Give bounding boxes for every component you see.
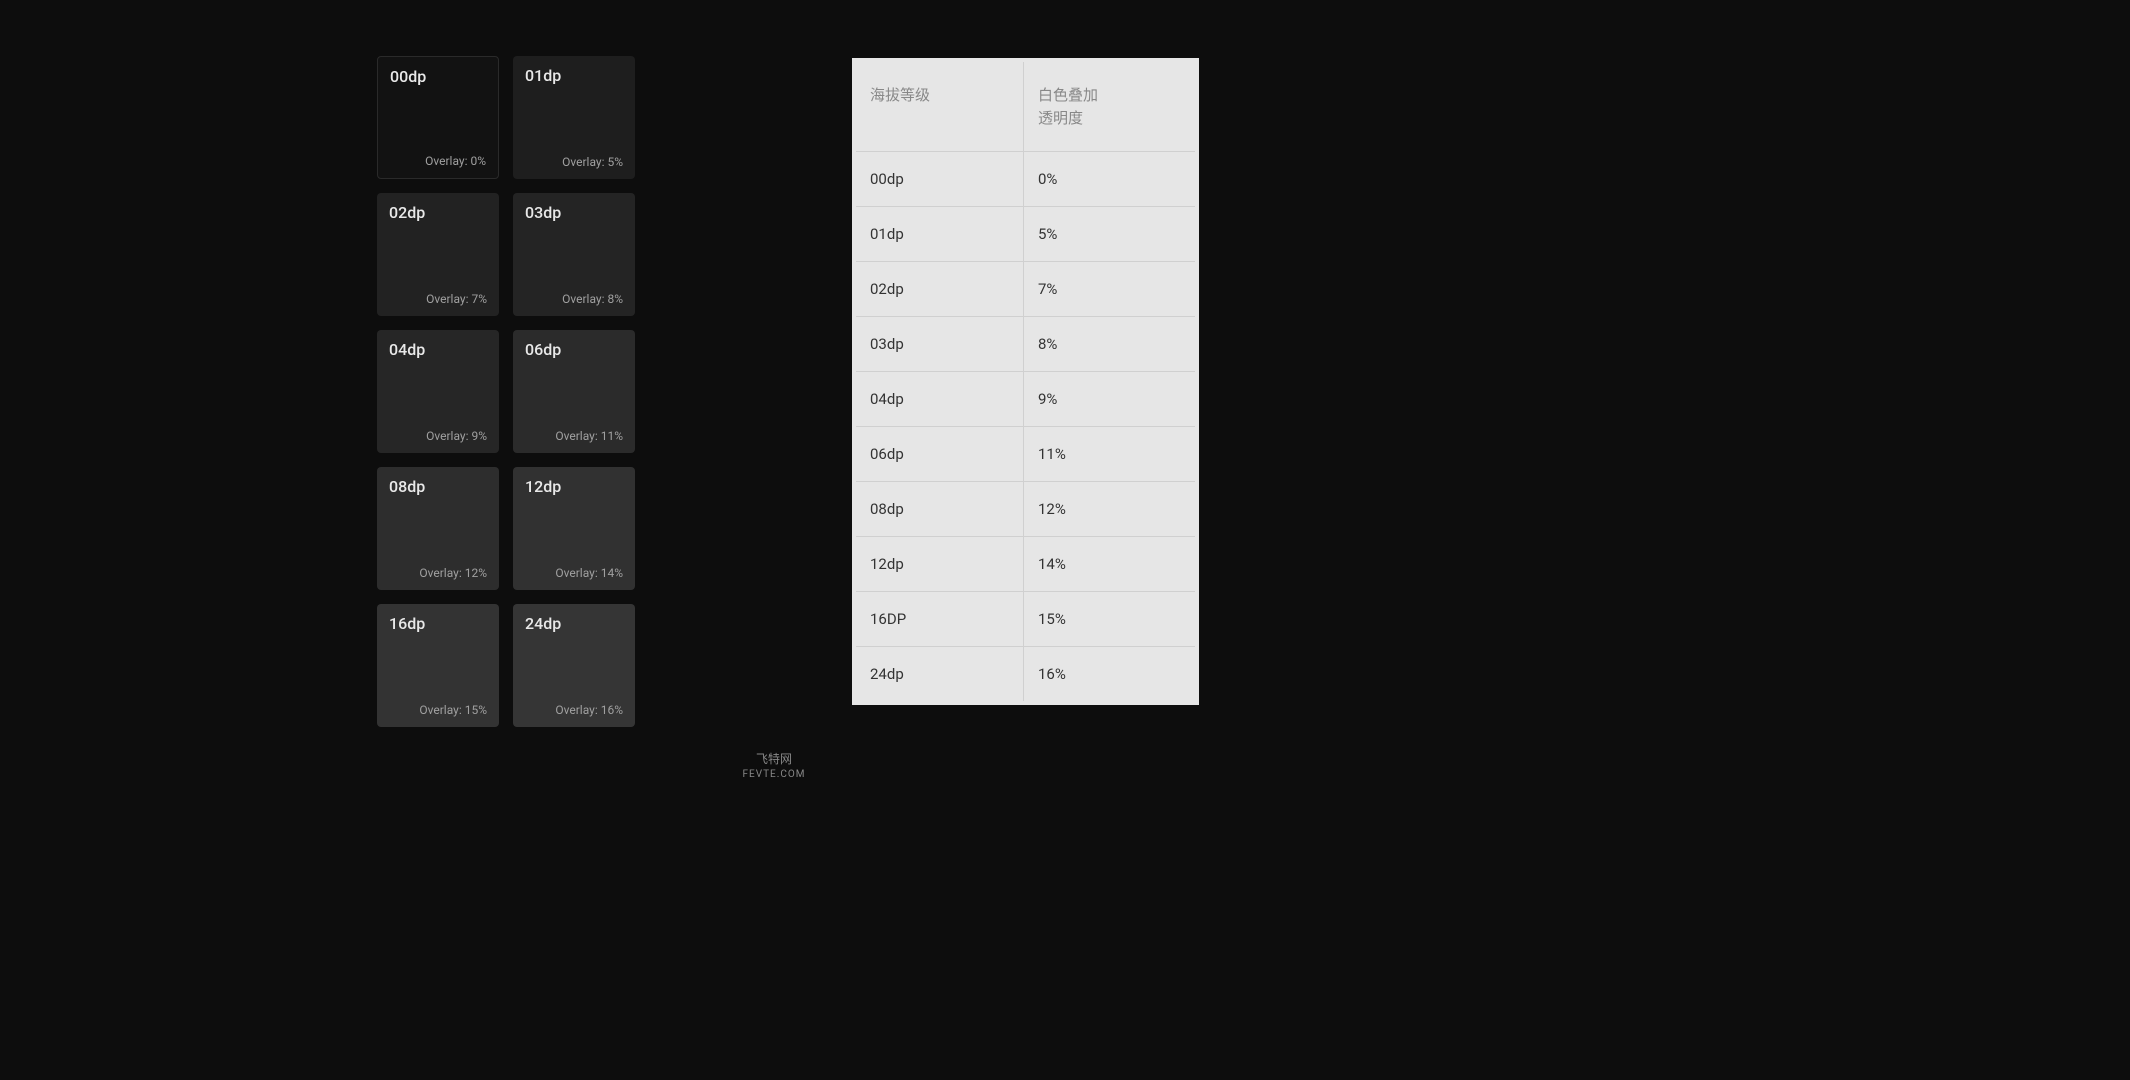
table-cell-opacity: 15% [1024, 592, 1195, 646]
elevation-card: 12dp Overlay: 14% [513, 467, 635, 590]
elevation-card: 02dp Overlay: 7% [377, 193, 499, 316]
card-title: 24dp [525, 614, 623, 633]
table-row: 06dp 11% [856, 426, 1195, 481]
elevation-card: 04dp Overlay: 9% [377, 330, 499, 453]
card-overlay-label: Overlay: 15% [389, 703, 487, 717]
watermark-line1: 飞特网 [0, 752, 1548, 768]
table-row: 02dp 7% [856, 261, 1195, 316]
card-overlay-label: Overlay: 12% [389, 566, 487, 580]
table-cell-level: 06dp [856, 427, 1024, 481]
watermark-line2: FEVTE.COM [0, 768, 1548, 781]
elevation-card: 06dp Overlay: 11% [513, 330, 635, 453]
table-cell-level: 02dp [856, 262, 1024, 316]
card-title: 00dp [390, 67, 486, 86]
card-title: 08dp [389, 477, 487, 496]
table-cell-level: 04dp [856, 372, 1024, 426]
elevation-card: 16dp Overlay: 15% [377, 604, 499, 727]
card-overlay-label: Overlay: 8% [525, 292, 623, 306]
elevation-card: 01dp Overlay: 5% [513, 56, 635, 179]
table-cell-level: 01dp [856, 207, 1024, 261]
table-cell-opacity: 11% [1024, 427, 1195, 481]
card-overlay-label: Overlay: 11% [525, 429, 623, 443]
table-cell-opacity: 16% [1024, 647, 1195, 701]
card-overlay-label: Overlay: 5% [525, 155, 623, 169]
table-cell-opacity: 7% [1024, 262, 1195, 316]
card-title: 04dp [389, 340, 487, 359]
card-overlay-label: Overlay: 7% [389, 292, 487, 306]
table-cell-opacity: 0% [1024, 152, 1195, 206]
table-row: 08dp 12% [856, 481, 1195, 536]
card-title: 02dp [389, 203, 487, 222]
table-header-level: 海拔等级 [856, 62, 1024, 151]
table-cell-level: 16DP [856, 592, 1024, 646]
table-cell-opacity: 14% [1024, 537, 1195, 591]
watermark-footer: 飞特网 FEVTE.COM [0, 752, 1548, 781]
table-cell-opacity: 9% [1024, 372, 1195, 426]
table-cell-opacity: 5% [1024, 207, 1195, 261]
table-row: 00dp 0% [856, 151, 1195, 206]
table-cell-opacity: 8% [1024, 317, 1195, 371]
table-cell-level: 03dp [856, 317, 1024, 371]
elevation-cards-grid: 00dp Overlay: 0% 01dp Overlay: 5% 02dp O… [377, 56, 635, 727]
card-title: 03dp [525, 203, 623, 222]
elevation-opacity-table: 海拔等级 白色叠加 透明度 00dp 0% 01dp 5% 02dp 7% 03… [852, 58, 1199, 705]
card-overlay-label: Overlay: 14% [525, 566, 623, 580]
elevation-card: 24dp Overlay: 16% [513, 604, 635, 727]
table-cell-level: 00dp [856, 152, 1024, 206]
table-header-opacity: 白色叠加 透明度 [1024, 62, 1195, 151]
elevation-card: 08dp Overlay: 12% [377, 467, 499, 590]
card-title: 12dp [525, 477, 623, 496]
card-overlay-label: Overlay: 9% [389, 429, 487, 443]
table-cell-level: 24dp [856, 647, 1024, 701]
table-cell-level: 08dp [856, 482, 1024, 536]
card-title: 01dp [525, 66, 623, 85]
table-row: 03dp 8% [856, 316, 1195, 371]
table-row: 04dp 9% [856, 371, 1195, 426]
card-overlay-label: Overlay: 0% [390, 154, 486, 168]
table-row: 12dp 14% [856, 536, 1195, 591]
card-title: 16dp [389, 614, 487, 633]
table-row: 24dp 16% [856, 646, 1195, 701]
elevation-card: 03dp Overlay: 8% [513, 193, 635, 316]
table-cell-opacity: 12% [1024, 482, 1195, 536]
elevation-card: 00dp Overlay: 0% [377, 56, 499, 179]
card-title: 06dp [525, 340, 623, 359]
card-overlay-label: Overlay: 16% [525, 703, 623, 717]
table-header-row: 海拔等级 白色叠加 透明度 [856, 62, 1195, 151]
table-cell-level: 12dp [856, 537, 1024, 591]
table-row: 01dp 5% [856, 206, 1195, 261]
table-row: 16DP 15% [856, 591, 1195, 646]
